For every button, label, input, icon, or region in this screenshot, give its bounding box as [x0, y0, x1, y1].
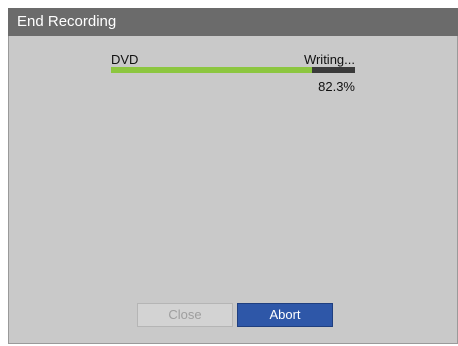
progress-percent-label: 82.3%	[318, 79, 355, 94]
end-recording-dialog: End Recording DVD Writing... 82.3% Close…	[8, 8, 458, 344]
device-label: DVD	[111, 52, 139, 67]
progress-bar-fill	[111, 67, 312, 73]
abort-button[interactable]: Abort	[237, 303, 333, 327]
dialog-title: End Recording	[8, 8, 458, 36]
close-button[interactable]: Close	[137, 303, 233, 327]
progress-bar	[111, 67, 355, 73]
status-label: Writing...	[303, 52, 355, 67]
